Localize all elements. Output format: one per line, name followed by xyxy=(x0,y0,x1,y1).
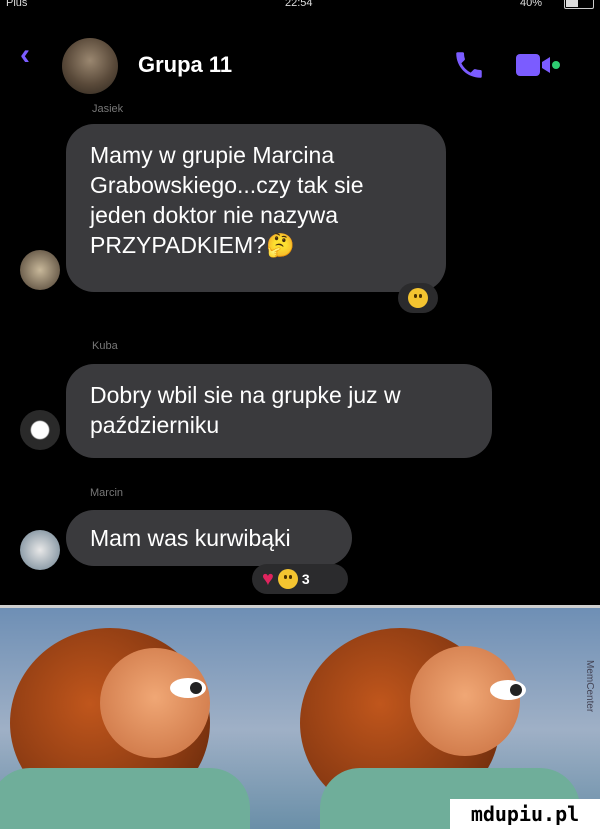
side-credit: MemCenter xyxy=(584,660,595,713)
puppet-eye xyxy=(490,680,526,700)
sender-name: Kuba xyxy=(92,340,118,352)
battery-icon xyxy=(564,0,594,9)
group-avatar[interactable] xyxy=(62,38,118,94)
message-bubble[interactable]: Dobry wbil sie na grupke juz w październ… xyxy=(66,364,492,458)
puppet-eye xyxy=(170,678,206,698)
meme-panel-right xyxy=(300,608,600,829)
clock: 22:54 xyxy=(285,0,313,9)
thinking-face-icon xyxy=(408,288,428,308)
watermark: mdupiu.pl xyxy=(450,799,600,829)
avatar[interactable] xyxy=(20,250,60,290)
chat-title[interactable]: Grupa 11 xyxy=(138,52,232,78)
puppet-face xyxy=(410,646,520,756)
chevron-left-icon[interactable]: ‹ xyxy=(20,40,30,70)
reaction-badge[interactable] xyxy=(398,283,438,313)
reaction-badge[interactable]: ♥ 3 xyxy=(252,564,348,594)
avatar[interactable] xyxy=(20,410,60,450)
battery-percent: 40% xyxy=(520,0,543,9)
message-bubble[interactable]: Mam was kurwibąki xyxy=(66,510,352,566)
sender-name: Jasiek xyxy=(92,103,124,115)
phone-icon[interactable] xyxy=(452,48,486,82)
avatar[interactable] xyxy=(20,530,60,570)
heart-icon: ♥ xyxy=(262,568,274,590)
chat-header: ‹ Grupa 11 xyxy=(0,14,600,94)
carrier-label: Plus xyxy=(6,0,28,9)
meme-panel-left xyxy=(0,608,300,829)
puppet-face xyxy=(100,648,210,758)
grinning-face-icon xyxy=(277,569,298,589)
video-camera-icon[interactable] xyxy=(514,50,560,80)
puppet-sweater xyxy=(0,768,250,829)
reaction-count: 3 xyxy=(301,571,310,587)
sender-name: Marcin xyxy=(90,487,124,499)
message-bubble[interactable]: Mamy w grupie Marcina Grabowskiego...czy… xyxy=(66,124,446,292)
status-bar: Plus 22:54 40% xyxy=(0,0,600,12)
